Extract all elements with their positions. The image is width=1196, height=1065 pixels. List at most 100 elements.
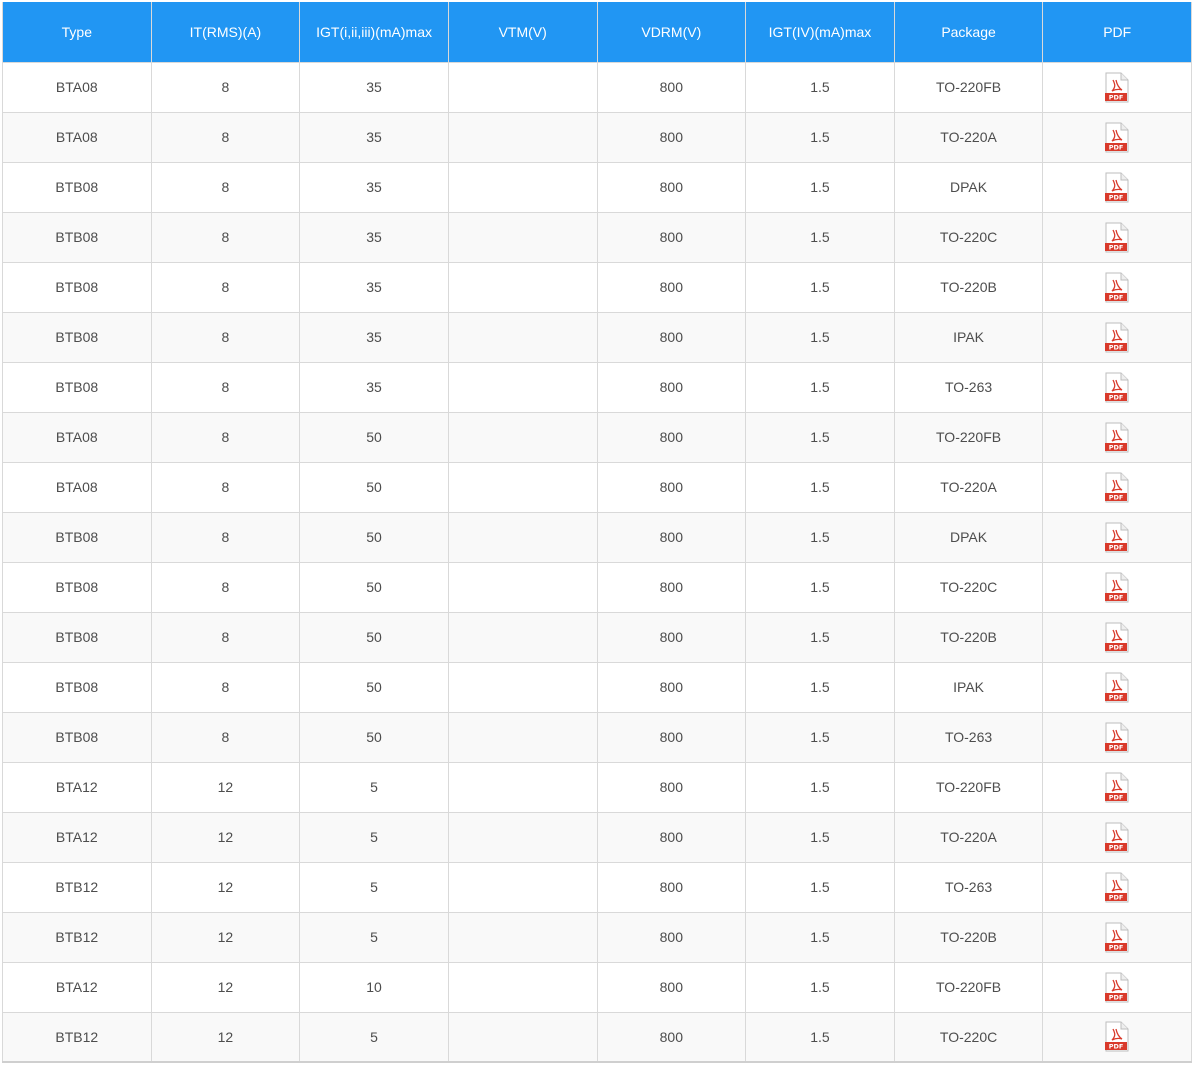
pdf-download-link[interactable]: PDF (1104, 372, 1130, 403)
pdf-file-icon: PDF (1105, 722, 1129, 752)
pdf-download-link[interactable]: PDF (1104, 772, 1130, 803)
cell-pdf: PDF (1042, 761, 1192, 813)
cell-it-rms: 12 (150, 861, 301, 913)
cell-vdrm: 800 (596, 711, 747, 763)
cell-igt-iv: 1.5 (745, 611, 895, 663)
pdf-file-icon: PDF (1105, 322, 1129, 352)
pdf-download-link[interactable]: PDF (1104, 422, 1130, 453)
cell-package: IPAK (893, 661, 1044, 713)
pdf-icon-label: PDF (1109, 393, 1124, 401)
cell-package: TO-220C (893, 1011, 1044, 1063)
cell-igt-iv: 1.5 (745, 761, 895, 813)
pdf-icon-label: PDF (1109, 893, 1124, 901)
pdf-download-link[interactable]: PDF (1104, 322, 1130, 353)
cell-pdf: PDF (1042, 211, 1192, 263)
pdf-download-link[interactable]: PDF (1104, 72, 1130, 103)
cell-pdf: PDF (1042, 661, 1192, 713)
cell-it-rms: 12 (150, 961, 301, 1013)
table-row: BTB08 8 35 800 1.5 IPAK PDF (2, 311, 1192, 363)
cell-package: TO-220C (893, 561, 1044, 613)
column-header-type: Type (2, 2, 152, 62)
column-header-vtm: VTM(V) (447, 2, 598, 62)
pdf-icon-label: PDF (1109, 93, 1124, 101)
cell-vdrm: 800 (596, 661, 747, 713)
cell-igt-i-ii-iii: 35 (299, 111, 449, 163)
cell-package: TO-220B (893, 911, 1044, 963)
pdf-download-link[interactable]: PDF (1104, 922, 1130, 953)
pdf-download-link[interactable]: PDF (1104, 472, 1130, 503)
cell-it-rms: 8 (150, 211, 301, 263)
pdf-download-link[interactable]: PDF (1104, 522, 1130, 553)
cell-igt-i-ii-iii: 5 (299, 811, 449, 863)
cell-package: TO-220B (893, 261, 1044, 313)
pdf-download-link[interactable]: PDF (1104, 722, 1130, 753)
pdf-download-link[interactable]: PDF (1104, 272, 1130, 303)
cell-vdrm: 800 (596, 1011, 747, 1063)
cell-pdf: PDF (1042, 161, 1192, 213)
table-row: BTB12 12 5 800 1.5 TO-263 PDF (2, 861, 1192, 913)
cell-vdrm: 800 (596, 61, 747, 113)
product-table-container: Type IT(RMS)(A) IGT(i,ii,iii)(mA)max VTM… (2, 2, 1192, 1063)
column-header-igt-iv: IGT(IV)(mA)max (745, 2, 895, 62)
pdf-icon-label: PDF (1109, 993, 1124, 1001)
table-row: BTB08 8 50 800 1.5 TO-263 PDF (2, 711, 1192, 763)
cell-package: TO-220C (893, 211, 1044, 263)
cell-pdf: PDF (1042, 811, 1192, 863)
table-row: BTB12 12 5 800 1.5 TO-220C PDF (2, 1011, 1192, 1063)
cell-igt-iv: 1.5 (745, 361, 895, 413)
pdf-file-icon: PDF (1105, 272, 1129, 302)
pdf-download-link[interactable]: PDF (1104, 572, 1130, 603)
pdf-icon-label: PDF (1109, 343, 1124, 351)
cell-pdf: PDF (1042, 611, 1192, 663)
table-row: BTA12 12 5 800 1.5 TO-220FB PDF (2, 761, 1192, 813)
cell-package: TO-220B (893, 611, 1044, 663)
cell-igt-i-ii-iii: 35 (299, 161, 449, 213)
cell-package: TO-220A (893, 111, 1044, 163)
pdf-download-link[interactable]: PDF (1104, 172, 1130, 203)
pdf-download-link[interactable]: PDF (1104, 972, 1130, 1003)
column-header-it-rms: IT(RMS)(A) (150, 2, 301, 62)
cell-type: BTB08 (2, 211, 152, 263)
cell-it-rms: 8 (150, 561, 301, 613)
cell-type: BTA08 (2, 61, 152, 113)
cell-vdrm: 800 (596, 461, 747, 513)
product-table: Type IT(RMS)(A) IGT(i,ii,iii)(mA)max VTM… (2, 2, 1192, 1063)
pdf-download-link[interactable]: PDF (1104, 822, 1130, 853)
cell-type: BTA12 (2, 761, 152, 813)
pdf-icon-label: PDF (1109, 193, 1124, 201)
table-row: BTB08 8 50 800 1.5 IPAK PDF (2, 661, 1192, 713)
table-row: BTB08 8 50 800 1.5 TO-220C PDF (2, 561, 1192, 613)
cell-igt-iv: 1.5 (745, 311, 895, 363)
table-row: BTB12 12 5 800 1.5 TO-220B PDF (2, 911, 1192, 963)
cell-package: TO-220FB (893, 761, 1044, 813)
pdf-download-link[interactable]: PDF (1104, 222, 1130, 253)
cell-package: IPAK (893, 311, 1044, 363)
pdf-file-icon: PDF (1105, 72, 1129, 102)
pdf-file-icon: PDF (1105, 772, 1129, 802)
cell-type: BTB08 (2, 311, 152, 363)
column-header-igt-i-ii-iii: IGT(i,ii,iii)(mA)max (299, 2, 449, 62)
pdf-file-icon: PDF (1105, 672, 1129, 702)
cell-type: BTB08 (2, 361, 152, 413)
table-row: BTB08 8 35 800 1.5 TO-263 PDF (2, 361, 1192, 413)
cell-vdrm: 800 (596, 811, 747, 863)
cell-vtm (447, 361, 598, 413)
pdf-file-icon: PDF (1105, 122, 1129, 152)
cell-igt-iv: 1.5 (745, 411, 895, 463)
pdf-icon-label: PDF (1109, 443, 1124, 451)
pdf-download-link[interactable]: PDF (1104, 872, 1130, 903)
cell-pdf: PDF (1042, 311, 1192, 363)
cell-igt-iv: 1.5 (745, 561, 895, 613)
pdf-download-link[interactable]: PDF (1104, 1021, 1130, 1052)
cell-vtm (447, 911, 598, 963)
pdf-download-link[interactable]: PDF (1104, 622, 1130, 653)
pdf-download-link[interactable]: PDF (1104, 672, 1130, 703)
pdf-file-icon: PDF (1105, 472, 1129, 502)
cell-igt-iv: 1.5 (745, 911, 895, 963)
cell-vtm (447, 61, 598, 113)
pdf-file-icon: PDF (1105, 372, 1129, 402)
cell-it-rms: 8 (150, 161, 301, 213)
pdf-download-link[interactable]: PDF (1104, 122, 1130, 153)
cell-vdrm: 800 (596, 361, 747, 413)
cell-package: TO-263 (893, 861, 1044, 913)
